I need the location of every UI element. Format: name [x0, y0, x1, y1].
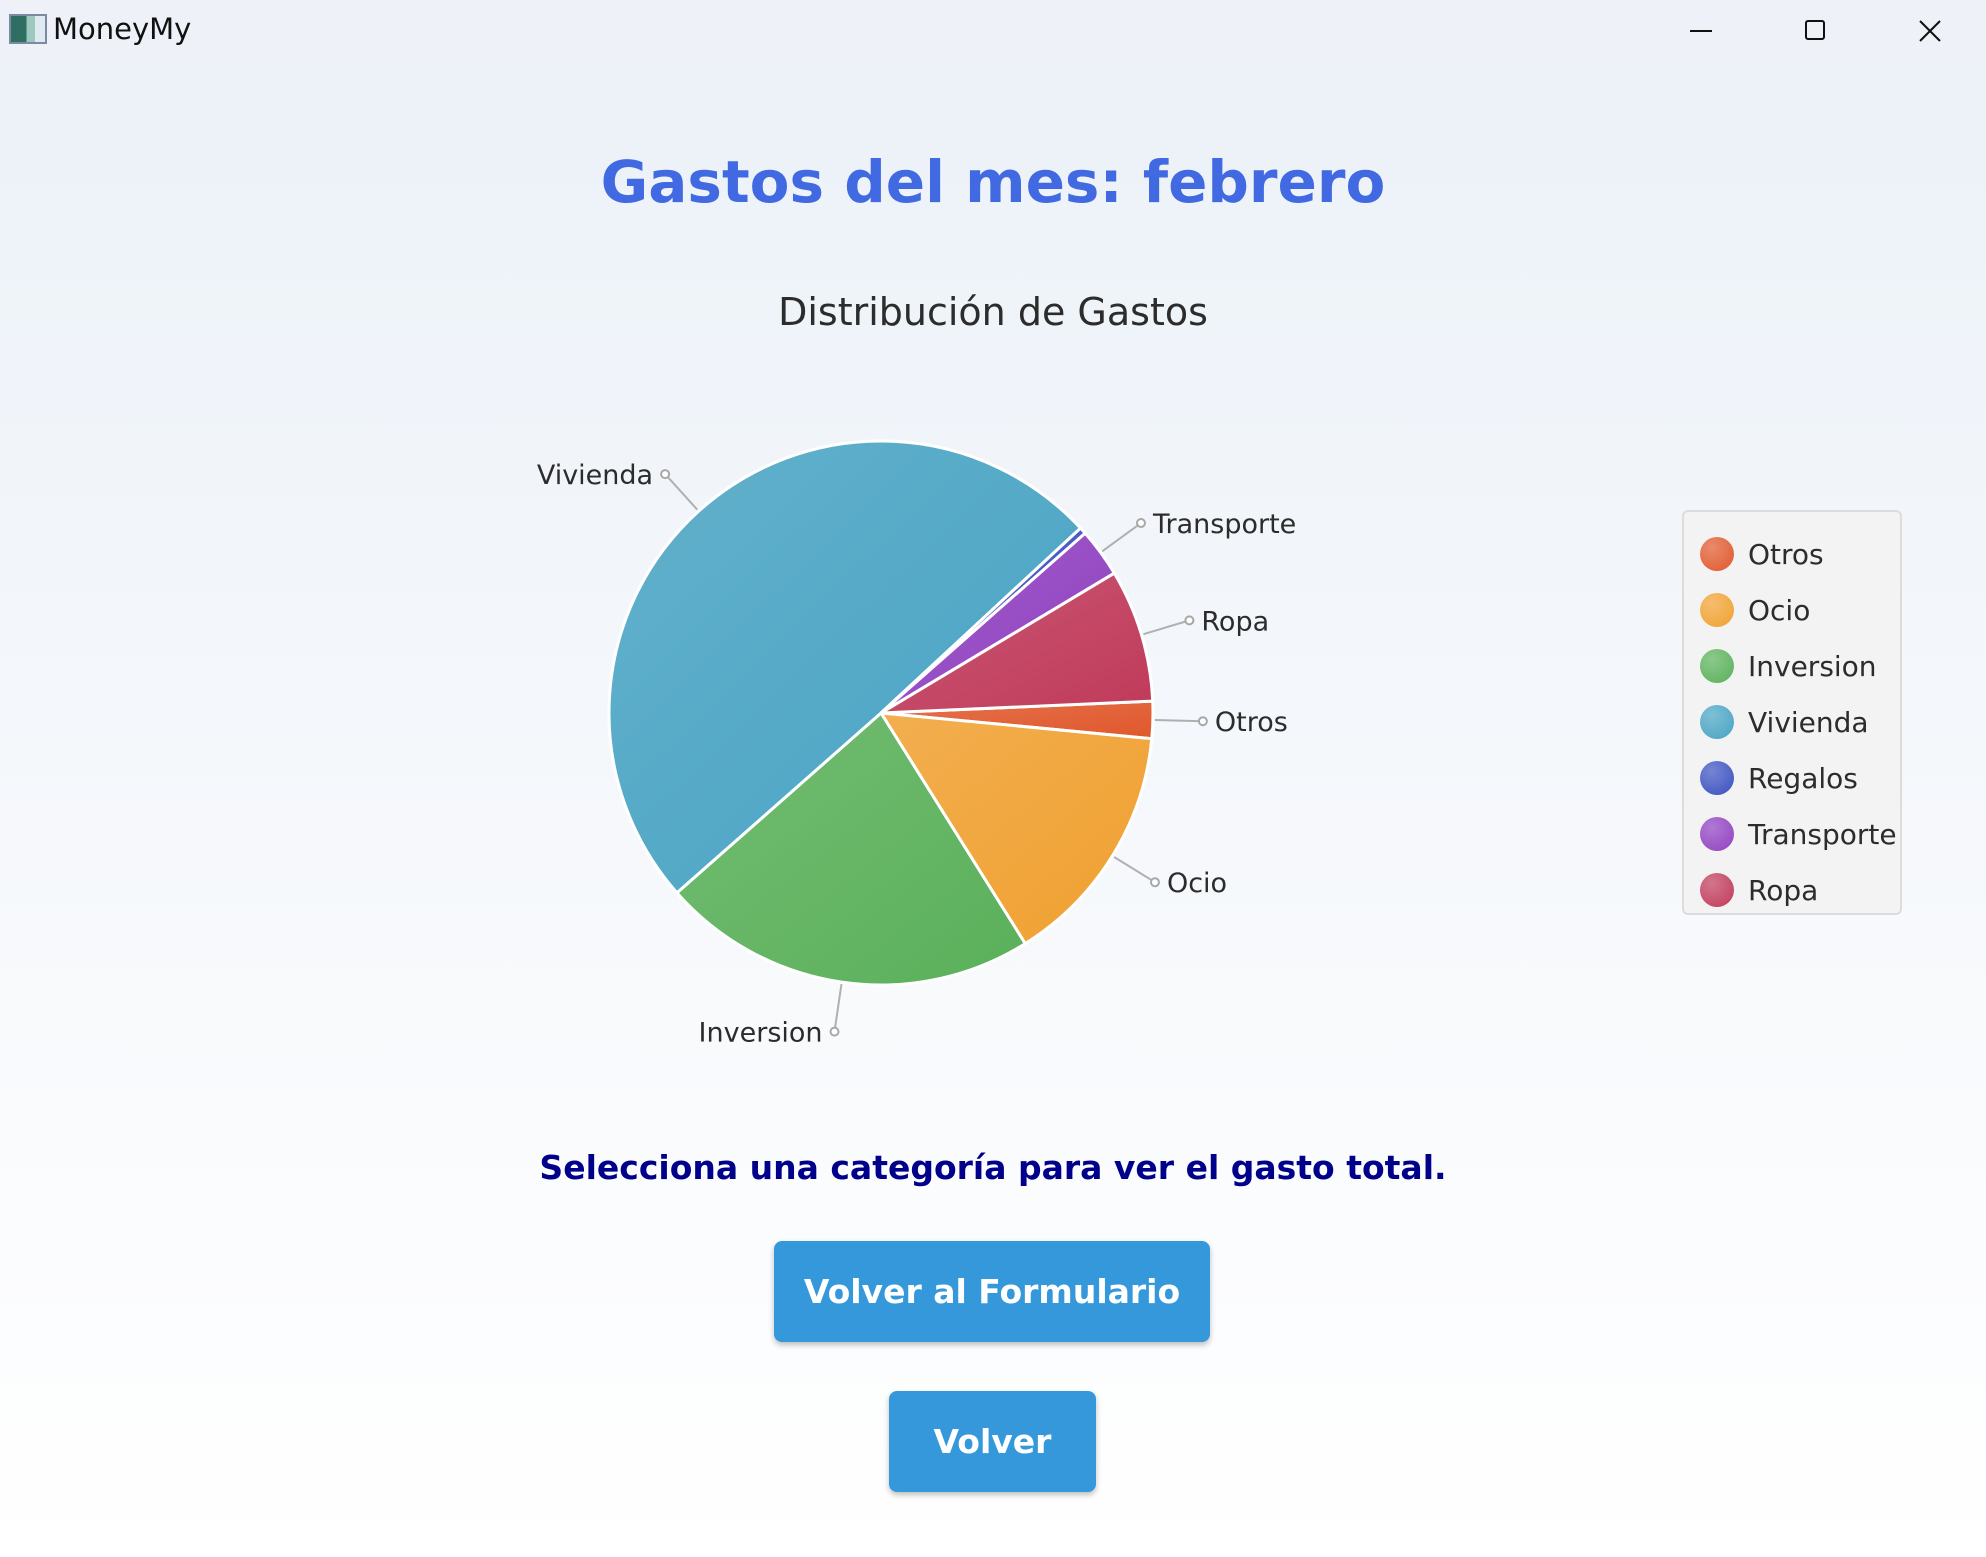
- leader-dot-ropa: [1184, 615, 1195, 626]
- legend-swatch: [1700, 761, 1734, 795]
- legend-label: Ropa: [1748, 873, 1819, 907]
- legend-item-ropa: Ropa: [1700, 862, 1900, 918]
- leader-dot-ocio: [1149, 877, 1160, 888]
- leader-line-ropa: [1143, 619, 1190, 636]
- pie-label-transporte: Transporte: [1152, 509, 1296, 540]
- legend-item-transporte: Transporte: [1700, 806, 1900, 862]
- leader-dot-inversion: [829, 1026, 840, 1037]
- leader-line-inversion: [833, 983, 843, 1032]
- legend-label: Transporte: [1748, 817, 1897, 851]
- leader-dot-otros: [1197, 716, 1208, 727]
- legend-label: Otros: [1748, 537, 1824, 571]
- legend-swatch: [1700, 705, 1734, 739]
- pie-label-inversion: Inversion: [699, 1018, 823, 1049]
- legend-label: Inversion: [1748, 649, 1877, 683]
- leader-dot-vivienda: [660, 469, 671, 480]
- legend-item-regalos: Regalos: [1700, 750, 1900, 806]
- legend-item-inversion: Inversion: [1700, 638, 1900, 694]
- legend-swatch: [1700, 537, 1734, 571]
- pie-label-vivienda: Vivienda: [537, 460, 653, 491]
- legend-label: Regalos: [1748, 761, 1858, 795]
- legend-label: Ocio: [1748, 593, 1811, 627]
- pie-label-ocio: Ocio: [1167, 868, 1227, 899]
- legend-swatch: [1700, 873, 1734, 907]
- legend-item-ocio: Ocio: [1700, 582, 1900, 638]
- pie-label-ropa: Ropa: [1201, 606, 1269, 637]
- legend-item-vivienda: Vivienda: [1700, 694, 1900, 750]
- legend-swatch: [1700, 649, 1734, 683]
- selection-prompt: Selecciona una categoría para ver el gas…: [539, 1148, 1447, 1187]
- back-button[interactable]: Volver: [889, 1391, 1096, 1492]
- leader-line-transporte: [1101, 522, 1142, 553]
- chart-legend: Otros Ocio Inversion Vivienda Regalos Transpo…: [1682, 510, 1902, 915]
- leader-line-vivienda: [664, 473, 699, 511]
- pie-label-otros: Otros: [1215, 707, 1288, 738]
- app-window: MoneyMy Gastos del mes: febrero Distribu…: [0, 0, 1986, 1557]
- legend-item-otros: Otros: [1700, 526, 1900, 582]
- legend-swatch: [1700, 593, 1734, 627]
- legend-swatch: [1700, 817, 1734, 851]
- legend-label: Vivienda: [1748, 705, 1869, 739]
- back-to-form-button[interactable]: Volver al Formulario: [774, 1241, 1210, 1342]
- leader-dot-transporte: [1135, 518, 1146, 529]
- leader-line-otros: [1154, 718, 1203, 723]
- leader-line-ocio: [1113, 856, 1156, 884]
